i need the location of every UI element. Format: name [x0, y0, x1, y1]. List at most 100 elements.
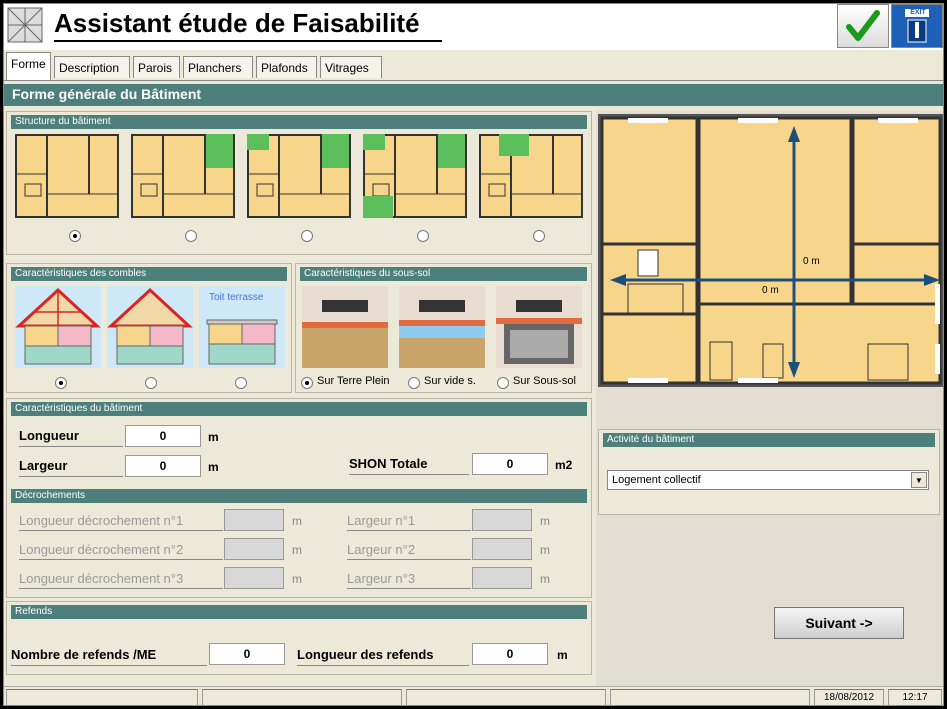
largeur-label: Largeur [19, 458, 68, 473]
section-title: Forme générale du Bâtiment [4, 84, 943, 106]
exit-button[interactable]: EXIT [891, 4, 943, 48]
shon-label: SHON Totale [349, 456, 428, 471]
structure-radio-3[interactable] [301, 230, 313, 242]
validate-button[interactable] [837, 4, 889, 48]
floor-plan [598, 114, 943, 387]
decrochement-3-unit: m [292, 572, 302, 586]
tab-forme[interactable]: Forme [6, 52, 51, 80]
refends-unit: m [557, 648, 568, 662]
exit-label: EXIT [910, 9, 926, 16]
check-icon [846, 10, 880, 41]
refends-title: Refends [11, 605, 587, 619]
combles-option-3-image[interactable]: Toit terrasse [199, 286, 285, 368]
flat-roof-house-icon [206, 319, 278, 365]
soussol-radio-3[interactable] [497, 377, 509, 389]
app-logo-icon [7, 7, 43, 43]
structure-option-2-image[interactable] [131, 134, 235, 218]
structure-option-4-image[interactable] [363, 134, 467, 218]
structure-panel: Structure du bâtiment [6, 111, 592, 255]
tab-vitrages[interactable]: Vitrages [320, 56, 382, 78]
status-time: 12:17 [888, 689, 942, 705]
status-cell-1 [6, 689, 198, 705]
soussol-option-1-image[interactable] [302, 286, 388, 368]
activite-select[interactable]: Logement collectif ▼ [607, 470, 929, 490]
app-title: Assistant étude de Faisabilité [54, 8, 420, 38]
structure-option-3-image[interactable] [247, 134, 351, 218]
decrochement-1-largeur-unit: m [540, 514, 550, 528]
plan-vertical-dimension: 0 m [803, 256, 820, 267]
decrochement-2-unit: m [292, 543, 302, 557]
status-cell-4 [610, 689, 810, 705]
decrochement-1-longueur-input [224, 509, 284, 531]
activite-title: Activité du bâtiment [603, 433, 935, 447]
structure-option-1-image[interactable] [15, 134, 119, 218]
decrochement-3-largeur-unit: m [540, 572, 550, 586]
decrochement-1-largeur-underline [347, 530, 471, 531]
largeur-input[interactable]: 0 [125, 455, 201, 477]
largeur-unit: m [208, 460, 219, 474]
tab-planchers[interactable]: Planchers [183, 56, 253, 78]
combles-radio-3[interactable] [235, 377, 247, 389]
soussol-radio-1[interactable] [301, 377, 313, 389]
longueur-input[interactable]: 0 [125, 425, 201, 447]
combles-panel: Caractéristiques des combles Toit terras… [6, 263, 292, 393]
soussol-label-1: Sur Terre Plein [317, 375, 390, 387]
tab-parois[interactable]: Parois [133, 56, 180, 78]
decrochement-1-largeur-input [472, 509, 532, 531]
longueur-label: Longueur [19, 428, 79, 443]
decrochement-1-unit: m [292, 514, 302, 528]
structure-radio-2[interactable] [185, 230, 197, 242]
shon-underline [349, 474, 469, 475]
decrochement-3-largeur-label: Largeur n°3 [347, 571, 416, 586]
structure-radio-1[interactable] [69, 230, 81, 242]
longueur-unit: m [208, 430, 219, 444]
activite-selected-value: Logement collectif [612, 474, 701, 486]
tab-plafonds[interactable]: Plafonds [256, 56, 317, 78]
title-underline [54, 40, 442, 42]
decrochement-1-longueur-label: Longueur décrochement n°1 [19, 513, 184, 528]
soussol-title: Caractéristiques du sous-sol [300, 267, 587, 281]
decrochement-1-underline [19, 530, 223, 531]
refends-panel: Refends Nombre de refends /ME 0 Longueur… [6, 601, 592, 675]
decrochement-2-largeur-underline [347, 559, 471, 560]
decrochements-title: Décrochements [11, 489, 587, 503]
structure-radio-4[interactable] [417, 230, 429, 242]
next-button[interactable]: Suivant -> [774, 607, 904, 639]
structure-title: Structure du bâtiment [11, 115, 587, 129]
decrochement-2-longueur-label: Longueur décrochement n°2 [19, 542, 184, 557]
structure-radio-5[interactable] [533, 230, 545, 242]
soussol-label-3: Sur Sous-sol [513, 375, 576, 387]
soussol-option-2-image[interactable] [399, 286, 485, 368]
soussol-panel: Caractéristiques du sous-sol Sur Terre P… [295, 263, 592, 393]
plan-horizontal-dimension: 0 m [762, 285, 779, 296]
soussol-radio-2[interactable] [408, 377, 420, 389]
refends-nombre-underline [11, 665, 207, 666]
decrochement-2-largeur-input [472, 538, 532, 560]
soussol-label-2: Sur vide s. [424, 375, 476, 387]
status-date: 18/08/2012 [814, 689, 884, 705]
refends-longueur-input[interactable]: 0 [472, 643, 548, 665]
decrochement-1-largeur-label: Largeur n°1 [347, 513, 416, 528]
decrochement-2-underline [19, 559, 223, 560]
caracteristiques-title: Caractéristiques du bâtiment [11, 402, 587, 416]
combles-radio-1[interactable] [55, 377, 67, 389]
refends-nombre-input[interactable]: 0 [209, 643, 285, 665]
decrochement-3-longueur-input [224, 567, 284, 589]
soussol-option-3-image[interactable] [496, 286, 582, 368]
shon-input[interactable]: 0 [472, 453, 548, 475]
decrochement-2-longueur-input [224, 538, 284, 560]
combles-option-1-image[interactable] [15, 286, 101, 368]
tab-description[interactable]: Description [54, 56, 130, 78]
chevron-down-icon[interactable]: ▼ [911, 472, 927, 488]
structure-option-5-image[interactable] [479, 134, 583, 218]
caracteristiques-panel: Caractéristiques du bâtiment Longueur 0 … [6, 398, 592, 598]
decrochement-3-longueur-label: Longueur décrochement n°3 [19, 571, 184, 586]
status-cell-2 [202, 689, 402, 705]
refends-longueur-underline [297, 665, 469, 666]
status-cell-3 [406, 689, 606, 705]
decrochement-3-largeur-input [472, 567, 532, 589]
combles-option-2-image[interactable] [107, 286, 193, 368]
activite-panel: Activité du bâtiment Logement collectif … [598, 429, 940, 515]
combles-radio-2[interactable] [145, 377, 157, 389]
title-bar: Assistant étude de Faisabilité EXIT [4, 4, 943, 50]
